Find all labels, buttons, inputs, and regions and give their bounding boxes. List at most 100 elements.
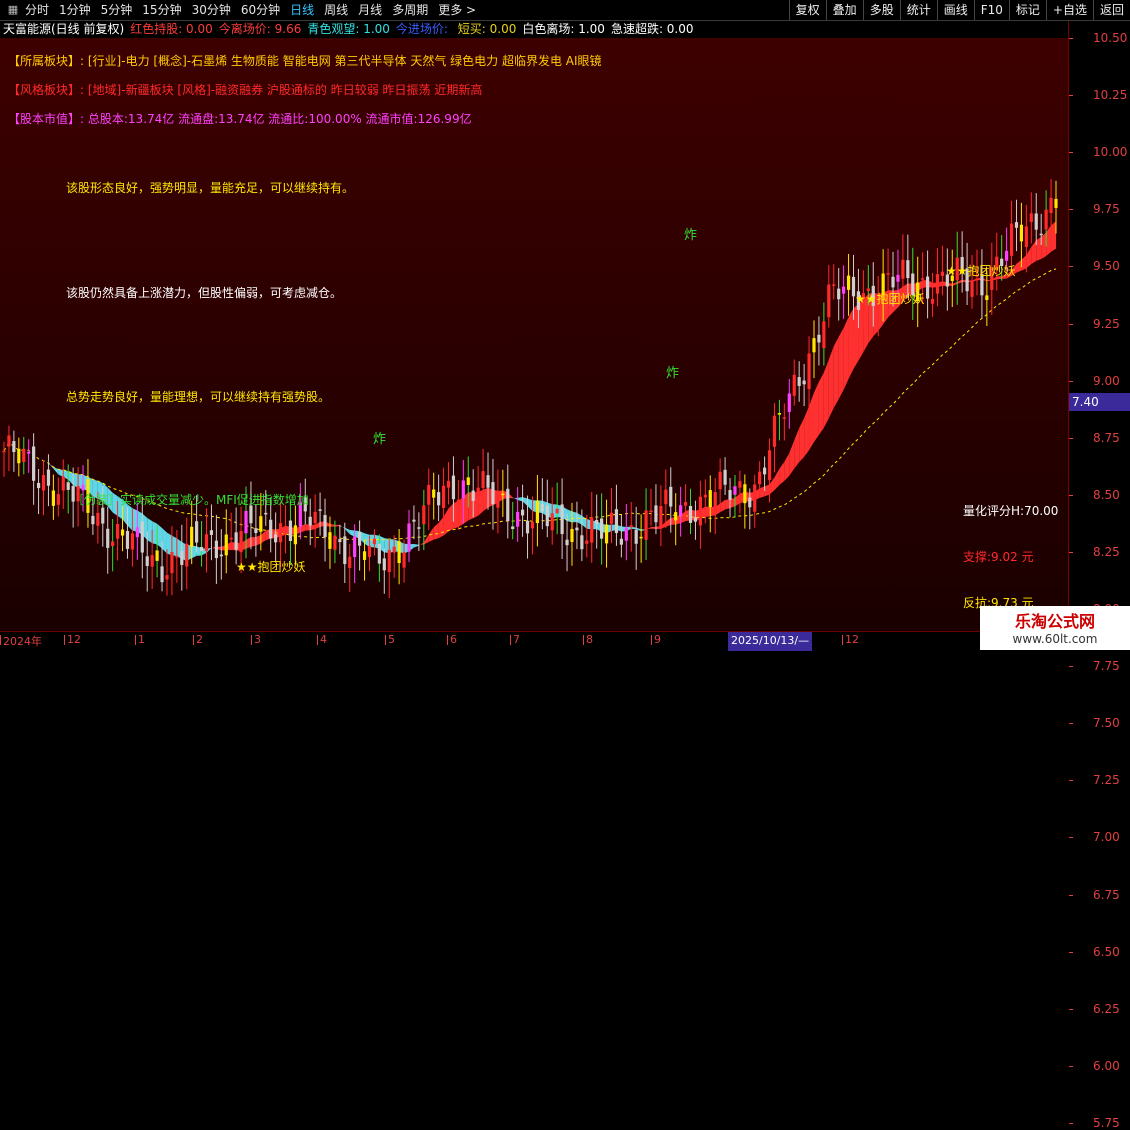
candle-body [970,280,973,296]
candle-body [284,526,287,528]
candle-body [437,492,440,505]
kline-chart[interactable]: 【所属板块】: [行业]-电力 [概念]-石墨烯 生物质能 智能电网 第三代半导… [0,38,1068,631]
trend-band-segment [779,462,784,485]
tab-period-8[interactable]: 月线 [353,0,387,20]
trend-band-segment [809,393,814,450]
candle-body [52,490,55,505]
candle-body [383,558,386,570]
trend-band-segment [453,501,458,529]
candle-body [205,534,208,551]
candle-body [793,375,796,396]
candle-body [570,529,573,542]
tab-period-1[interactable]: 1分钟 [54,0,96,20]
toolbar-button-0[interactable]: 复权 [789,0,826,20]
candle-body [314,512,317,523]
candle-body [640,537,643,539]
fake-signal: ［伪装］实读成交量减少。MFI促进指数增加 [72,491,309,508]
candle-body [254,528,257,533]
candle-body [723,470,726,485]
toolbar-button-2[interactable]: 多股 [863,0,900,20]
tab-period-4[interactable]: 30分钟 [187,0,236,20]
trend-band-segment [256,535,261,546]
candle-body [728,490,731,500]
trend-band-segment [439,517,444,538]
candle-body [699,497,702,526]
indicator-item-5: 白色离场: 1.00 [522,22,605,36]
candle-body [259,516,262,532]
comment-2: 该股仍然具备上涨潜力，但股性偏弱，可考虑减仓。 [66,284,342,301]
candle-body [111,542,114,546]
candle-body [941,272,944,276]
candle-body [22,449,25,462]
trend-band-segment [819,372,824,434]
date-axis: 2024年121234567892025/10/13/—12 [0,631,1130,651]
candle-body [249,505,252,523]
style-block: 【风格板块】: [地域]-新疆板块 [风格]-融资融券 沪股通标的 昨日较弱 昨… [8,81,482,98]
candle-body [457,500,460,505]
tab-period-9[interactable]: 多周期 [387,0,433,20]
candle-body [615,509,618,533]
grid-icon[interactable]: ▦ [6,3,20,17]
candle-body [1045,210,1048,230]
candle-body [1035,214,1038,230]
watermark-url: www.60lt.com [980,632,1130,646]
date-label: 8 [586,633,593,646]
toolbar-button-5[interactable]: F10 [974,0,1009,20]
candle-body [363,551,366,560]
tab-period-2[interactable]: 5分钟 [96,0,138,20]
candle-body [580,535,583,549]
toolbar-button-1[interactable]: 叠加 [826,0,863,20]
candle-body [388,550,391,572]
tab-period-3[interactable]: 15分钟 [137,0,186,20]
trend-band-segment [735,494,740,507]
toolbar-button-8[interactable]: 返回 [1093,0,1130,20]
candle-body [783,417,786,419]
candle-body [1049,198,1052,213]
candle-body [215,541,218,559]
candle-body [170,552,173,573]
indicator-item-3: 今进场价: [396,22,452,36]
tab-period-10[interactable]: 更多 > [433,0,481,20]
style-label: 【风格板块】: [8,83,84,97]
trend-band-segment [449,503,454,531]
candle-body [832,284,835,286]
tab-period-7[interactable]: 周线 [319,0,353,20]
trend-band-segment [127,504,132,530]
candle-body [521,510,524,516]
candle-body [625,528,628,541]
candle-body [106,529,109,548]
indicator-item-2: 青色观望: 1.00 [307,22,390,36]
trend-band-segment [162,528,167,554]
date-label: 3 [254,633,261,646]
candle-body [748,498,751,508]
candle-body [506,489,509,521]
candle-body [32,446,35,480]
candle-body [472,491,475,501]
candle-body [7,435,10,446]
toolbar-button-6[interactable]: 标记 [1009,0,1046,20]
toolbar-button-4[interactable]: 画线 [937,0,974,20]
candle-body [758,472,761,485]
candle-body [190,527,193,547]
toolbar-button-7[interactable]: +自选 [1046,0,1093,20]
cap-text: 总股本:13.74亿 流通盘:13.74亿 流通比:100.00% 流通市值:1… [88,112,472,126]
trend-band-segment [330,524,335,527]
candle-body [491,482,494,504]
candle-body [541,504,544,511]
indicator-item-6: 急速超跌: 0.00 [611,22,694,36]
toolbar-button-3[interactable]: 统计 [900,0,937,20]
candle-body [803,381,806,385]
candle-body [481,471,484,488]
candle-body [901,260,904,279]
candle-body [753,484,756,511]
candle-body [42,475,45,491]
candle-body [605,525,608,544]
style-text: [地域]-新疆板块 [风格]-融资融券 沪股通标的 昨日较弱 昨日振荡 近期新高 [88,83,482,97]
candle-body [279,523,282,542]
candle-body [57,494,60,505]
candle-body [654,505,657,522]
candle-body [679,505,682,516]
tab-period-6[interactable]: 日线 [285,0,319,20]
tab-period-5[interactable]: 60分钟 [236,0,285,20]
tab-period-0[interactable]: 分时 [20,0,54,20]
